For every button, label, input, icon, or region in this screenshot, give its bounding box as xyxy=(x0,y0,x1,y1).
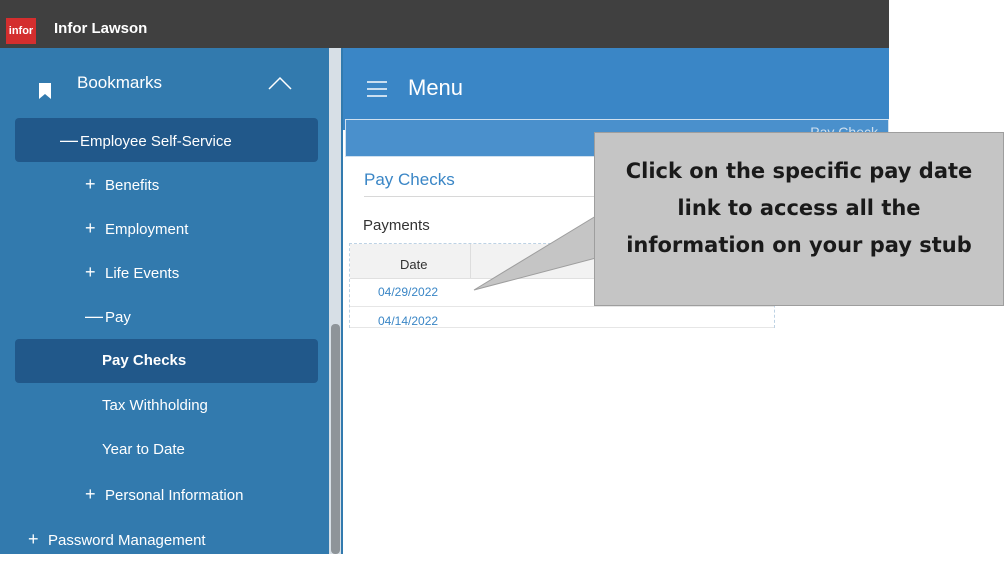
collapse-icon: — xyxy=(60,130,78,150)
sidebar-item-label: Password Management xyxy=(48,532,206,549)
sidebar-item-label: Life Events xyxy=(105,265,180,282)
pay-date-link[interactable]: 04/14/2022 xyxy=(378,314,438,327)
callout-pointer xyxy=(473,215,597,291)
sidebar-item-pay[interactable]: — Pay xyxy=(15,294,318,338)
pay-date-link[interactable]: 04/29/2022 xyxy=(378,285,438,299)
bookmarks-header[interactable]: Bookmarks xyxy=(0,48,329,118)
expand-icon: + xyxy=(85,174,96,194)
app-title: Infor Lawson xyxy=(54,20,148,37)
bookmark-icon xyxy=(39,83,51,99)
top-bar: infor Infor Lawson xyxy=(0,0,889,48)
column-divider xyxy=(470,244,471,278)
callout-line: Click on the specific pay date xyxy=(625,159,973,183)
sidebar-item-year-to-date[interactable]: Year to Date xyxy=(15,428,318,472)
sidebar: Bookmarks — Employee Self-Service + Benefi… xyxy=(0,48,343,554)
callout-box: Click on the specific pay date link to a… xyxy=(594,132,1004,306)
callout-line: link to access all the xyxy=(677,196,921,220)
sidebar-scrollbar-thumb[interactable] xyxy=(331,324,340,554)
sidebar-item-personal-information[interactable]: + Personal Information xyxy=(15,472,318,516)
callout-line: information on your pay stub xyxy=(626,233,972,257)
sidebar-item-life-events[interactable]: + Life Events xyxy=(15,250,318,294)
sidebar-item-password-management[interactable]: + Password Management xyxy=(15,517,318,561)
sidebar-item-label: Pay xyxy=(105,309,131,326)
expand-icon: + xyxy=(85,484,96,504)
sidebar-item-tax-withholding[interactable]: Tax Withholding xyxy=(15,384,318,428)
sidebar-item-pay-checks[interactable]: Pay Checks xyxy=(15,339,318,383)
expand-icon: + xyxy=(28,529,39,549)
sidebar-item-label: Employee Self-Service xyxy=(80,133,232,150)
sidebar-item-label: Year to Date xyxy=(102,441,185,458)
chevron-up-icon[interactable] xyxy=(268,76,292,90)
collapse-icon: — xyxy=(85,306,103,326)
expand-icon: + xyxy=(85,262,96,282)
infor-logo: infor xyxy=(6,18,36,44)
section-title: Pay Checks xyxy=(364,170,455,189)
sidebar-item-employee-self-service[interactable]: — Employee Self-Service xyxy=(15,118,318,162)
sidebar-item-label: Pay Checks xyxy=(102,352,187,369)
column-header-date[interactable]: Date xyxy=(400,257,427,272)
bookmarks-label: Bookmarks xyxy=(77,73,163,92)
sidebar-item-label: Employment xyxy=(105,221,189,238)
sidebar-item-label: Personal Information xyxy=(105,487,244,504)
sidebar-item-benefits[interactable]: + Benefits xyxy=(15,162,318,206)
main-header: Menu xyxy=(343,48,889,130)
sidebar-item-employment[interactable]: + Employment xyxy=(15,206,318,250)
expand-icon: + xyxy=(85,218,96,238)
payments-label: Payments xyxy=(363,217,430,234)
table-row[interactable]: 04/14/2022 xyxy=(350,307,774,328)
hamburger-menu-icon[interactable] xyxy=(367,81,387,97)
menu-title: Menu xyxy=(408,75,464,100)
sidebar-item-label: Benefits xyxy=(105,177,160,194)
sidebar-item-label: Tax Withholding xyxy=(102,397,208,414)
callout-text: Click on the specific pay date link to a… xyxy=(595,153,1003,264)
